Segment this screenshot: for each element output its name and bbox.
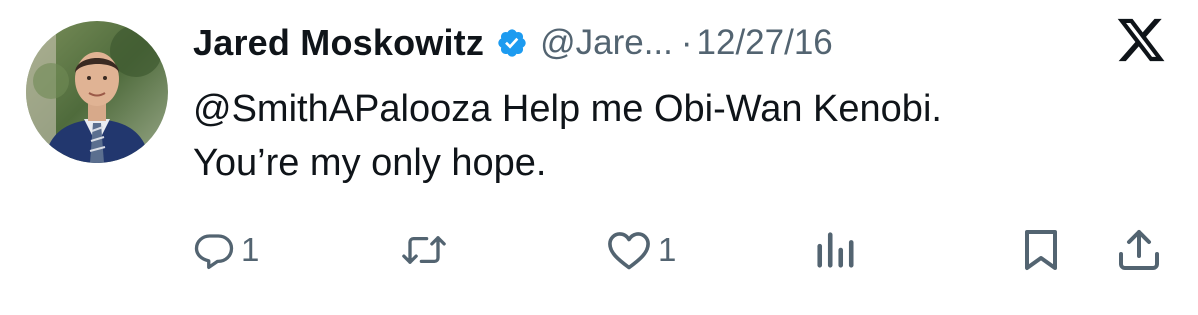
bookmark-button[interactable]: [1021, 220, 1061, 280]
bookmark-icon: [1025, 230, 1057, 270]
like-count: 1: [658, 231, 677, 268]
x-logo-icon: [1115, 14, 1167, 66]
retweet-icon: [402, 236, 446, 264]
retweet-button[interactable]: [398, 220, 456, 280]
action-bar: 1 1: [0, 220, 1198, 280]
reply-button[interactable]: 1: [193, 220, 259, 280]
tweet-card[interactable]: Jared Moskowitz @Jare... · 12/27/16 @Smi…: [0, 0, 1198, 315]
avatar-image: [26, 21, 168, 163]
tweet-date[interactable]: 12/27/16: [697, 23, 833, 63]
tweet-text-line: @SmithAPalooza Help me Obi-Wan Kenobi.: [193, 88, 942, 130]
separator-dot: ·: [680, 23, 693, 62]
reply-icon: [194, 234, 234, 269]
views-icon: [817, 232, 854, 268]
tweet-header: Jared Moskowitz @Jare... · 12/27/16: [193, 16, 833, 70]
heart-icon: [608, 232, 650, 270]
tweet-text: @SmithAPalooza Help me Obi-Wan Kenobi. Y…: [193, 82, 1153, 190]
like-button[interactable]: 1: [606, 220, 676, 280]
tweet-text-line: You’re my only hope.: [193, 142, 547, 184]
reply-count: 1: [241, 231, 260, 268]
display-name[interactable]: Jared Moskowitz: [193, 22, 484, 64]
avatar[interactable]: [26, 21, 168, 163]
views-button[interactable]: [813, 220, 857, 280]
share-button[interactable]: [1115, 220, 1163, 280]
share-icon: [1119, 230, 1159, 270]
user-handle[interactable]: @Jare...: [540, 23, 673, 63]
verified-badge-icon: [496, 27, 528, 59]
